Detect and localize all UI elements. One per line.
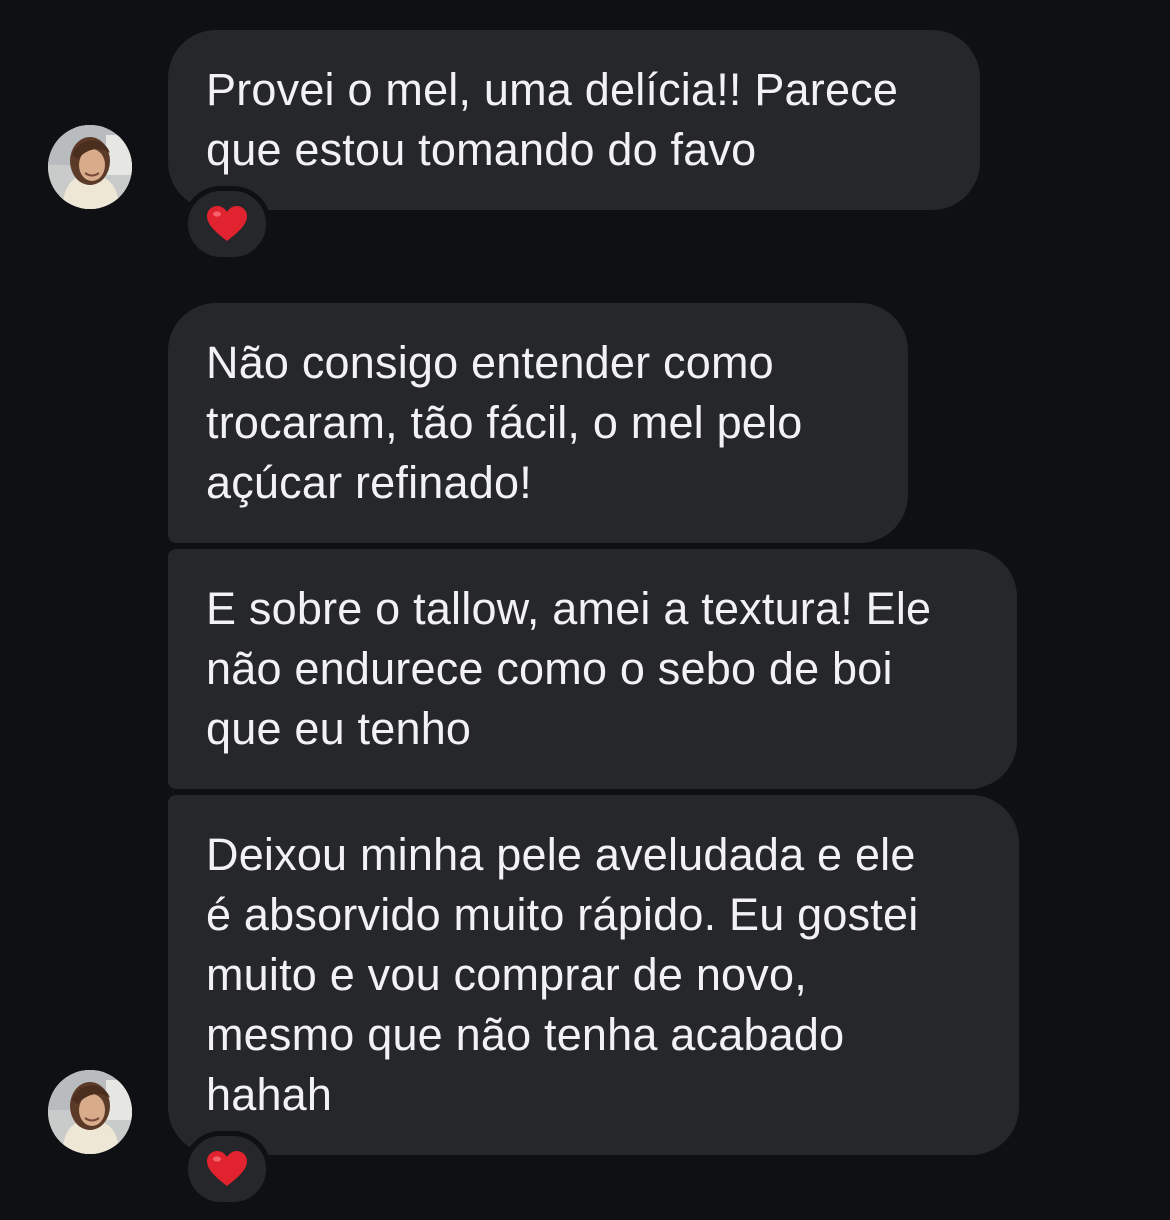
message-bubble[interactable]: E sobre o tallow, amei a textura! Ele nã… [168, 549, 1017, 789]
avatar-photo-icon [48, 125, 132, 209]
message-bubble[interactable]: Provei o mel, uma delícia!! Parece que e… [168, 30, 980, 210]
avatar-photo-icon [48, 1070, 132, 1154]
message-bubble[interactable]: Deixou minha pele aveludada e ele é abso… [168, 795, 1019, 1155]
sender-avatar[interactable] [48, 125, 132, 209]
heart-icon [206, 205, 248, 243]
sender-avatar[interactable] [48, 1070, 132, 1154]
reaction-badge[interactable] [183, 186, 271, 262]
message-bubble[interactable]: Não consigo entender como trocaram, tão … [168, 303, 908, 543]
reaction-badge[interactable] [183, 1131, 271, 1207]
heart-icon [206, 1150, 248, 1188]
